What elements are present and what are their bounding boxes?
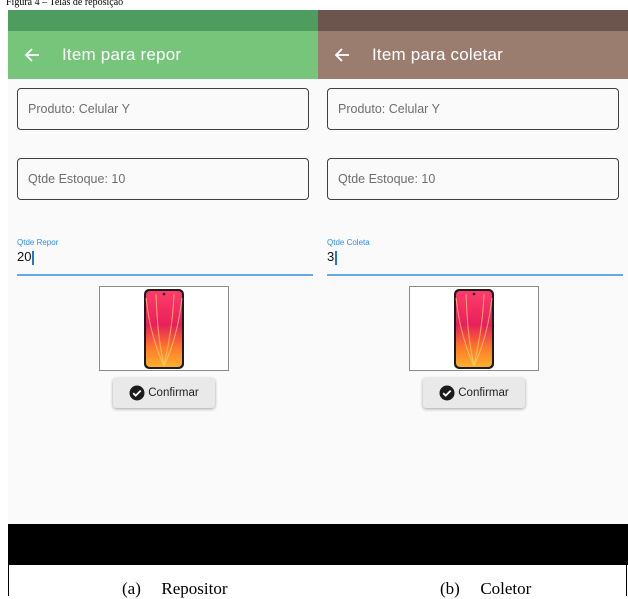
- qty-field[interactable]: [327, 248, 623, 276]
- caption-a: (a) Repositor: [122, 579, 227, 599]
- back-arrow-icon[interactable]: [330, 43, 354, 67]
- confirm-button[interactable]: Confirmar: [113, 378, 215, 408]
- stock-field[interactable]: [17, 158, 309, 200]
- text-cursor: [335, 251, 337, 265]
- confirm-button[interactable]: Confirmar: [423, 378, 525, 408]
- product-field[interactable]: [327, 88, 619, 130]
- text-cursor: [32, 251, 34, 265]
- qty-input[interactable]: [17, 249, 313, 264]
- product-image: [99, 286, 229, 371]
- confirm-button-label: Confirmar: [458, 387, 509, 399]
- navigation-bar: [318, 524, 628, 565]
- phone-image: [144, 288, 184, 369]
- qty-underline: [17, 274, 313, 276]
- caption-a-letter: (a): [122, 579, 141, 598]
- caption-b-letter: (b): [440, 579, 460, 598]
- stock-input[interactable]: [18, 159, 308, 199]
- check-circle-icon: [439, 385, 455, 401]
- page-title: Item para repor: [62, 45, 182, 64]
- stock-input[interactable]: [328, 159, 618, 199]
- product-input[interactable]: [328, 89, 618, 129]
- phone-image: [454, 288, 494, 369]
- qty-label: Qtde Coleta: [327, 238, 370, 247]
- app-bar: Item para coletar: [318, 31, 628, 79]
- product-field[interactable]: [17, 88, 309, 130]
- check-circle-icon: [129, 385, 145, 401]
- stock-field[interactable]: [327, 158, 619, 200]
- qty-underline: [327, 274, 623, 276]
- qty-input[interactable]: [327, 249, 623, 264]
- product-input[interactable]: [18, 89, 308, 129]
- coletor-screen: Item para coletar Qtde Coleta: [318, 10, 628, 565]
- frame-border-right: [626, 565, 627, 596]
- product-image: [409, 286, 539, 371]
- app-bar: Item para repor: [8, 31, 318, 79]
- status-bar: [318, 10, 628, 31]
- caption-b: (b) Coletor: [440, 579, 531, 599]
- navigation-bar: [8, 524, 318, 565]
- caption-a-text: Repositor: [161, 579, 228, 598]
- caption-b-text: Coletor: [480, 579, 532, 598]
- frame-border-left: [8, 565, 9, 596]
- back-arrow-icon[interactable]: [20, 43, 44, 67]
- page-title: Item para coletar: [372, 45, 503, 64]
- qty-field[interactable]: [17, 248, 313, 276]
- status-bar: [8, 10, 318, 31]
- repositor-screen: Item para repor Qtde Repor: [8, 10, 318, 565]
- confirm-button-label: Confirmar: [148, 387, 199, 399]
- qty-label: Qtde Repor: [17, 238, 59, 247]
- figure-title-fragment: Figura 4 – Telas de reposição: [6, 0, 124, 8]
